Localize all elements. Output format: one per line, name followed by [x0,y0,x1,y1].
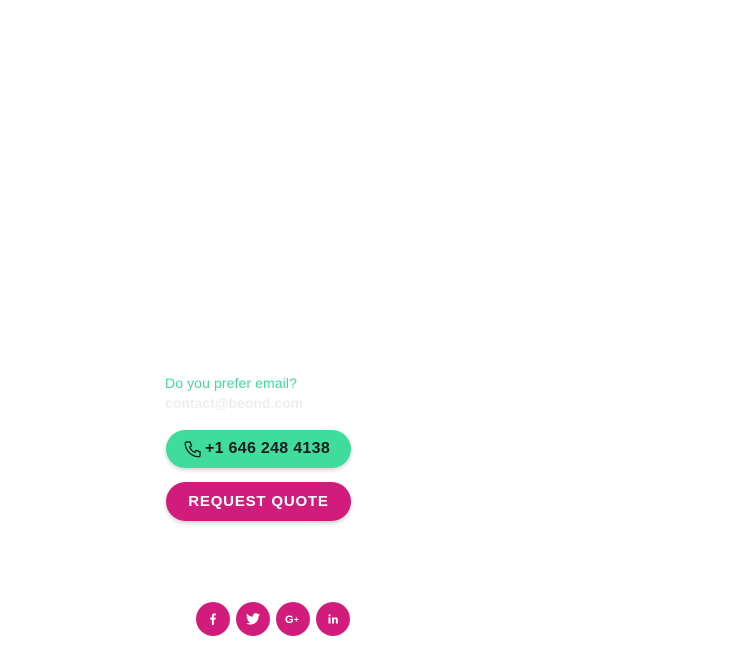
phone-icon [183,439,203,459]
email-contact-block: Do you prefer email? contact@beond.com [165,374,365,413]
linkedin-button[interactable] [316,602,350,636]
facebook-button[interactable] [196,602,230,636]
twitter-icon [246,613,260,625]
email-prompt: Do you prefer email? [165,375,297,391]
email-link[interactable]: contact@beond.com [165,394,303,412]
request-quote-button[interactable]: REQUEST QUOTE [166,482,351,521]
phone-number-label: +1 646 248 4138 [204,440,331,457]
phone-button[interactable]: +1 646 248 4138 [166,430,351,468]
google-plus-icon: G + [285,613,301,625]
twitter-button[interactable] [236,602,270,636]
page: Do you prefer email? contact@beond.com +… [0,0,740,650]
svg-text:G: G [285,614,294,625]
facebook-icon [207,613,219,625]
social-links: G + [196,602,350,636]
svg-text:+: + [294,615,299,624]
request-quote-label: REQUEST QUOTE [188,493,329,510]
linkedin-icon [328,614,338,624]
google-plus-button[interactable]: G + [276,602,310,636]
